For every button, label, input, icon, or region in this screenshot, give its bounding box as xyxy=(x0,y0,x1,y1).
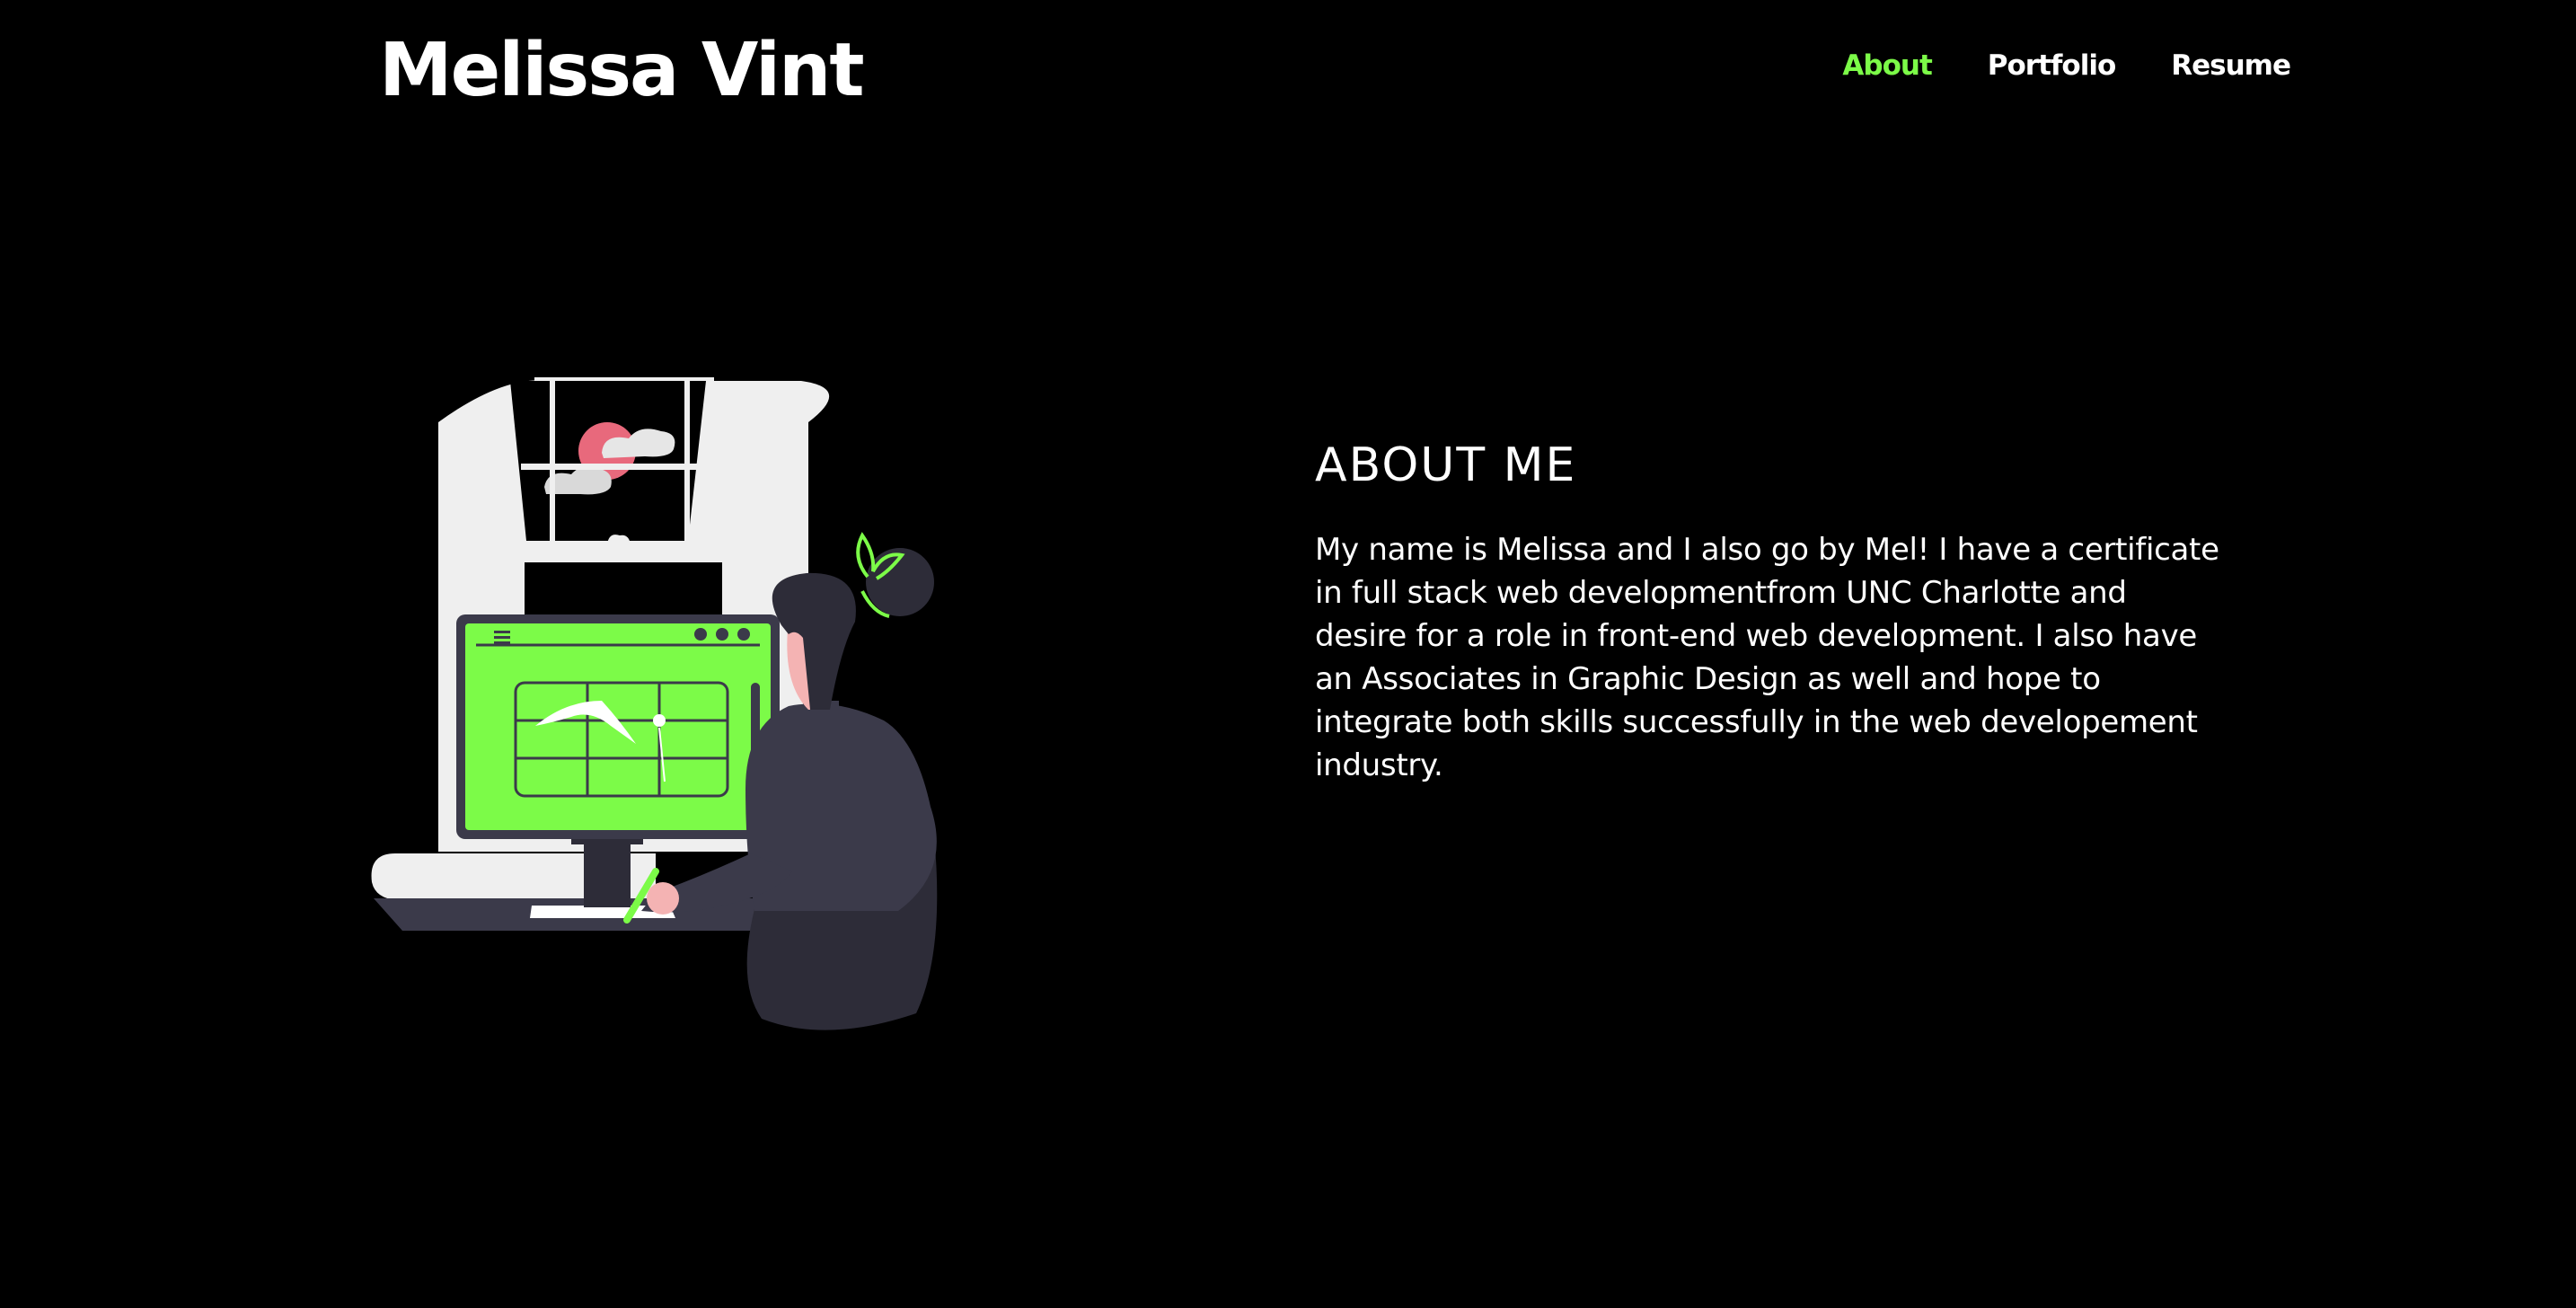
nav-link-about[interactable]: About xyxy=(1842,49,1932,82)
about-section: ABOUT ME My name is Melissa and I also g… xyxy=(1315,429,2222,787)
nav-item-about: About xyxy=(1842,43,1932,88)
designer-at-monitor-illustration xyxy=(371,377,938,1030)
nav-link-portfolio[interactable]: Portfolio xyxy=(1988,49,2116,82)
main-nav: About Portfolio Resume xyxy=(1842,43,2291,88)
about-body: My name is Melissa and I also go by Mel!… xyxy=(1315,532,2219,783)
about-heading: ABOUT ME xyxy=(1315,438,1577,492)
site-title[interactable]: Melissa Vint xyxy=(379,22,865,120)
nav-item-portfolio: Portfolio xyxy=(1988,43,2116,88)
nav-link-resume[interactable]: Resume xyxy=(2171,49,2291,82)
nav-item-resume: Resume xyxy=(2171,43,2291,88)
